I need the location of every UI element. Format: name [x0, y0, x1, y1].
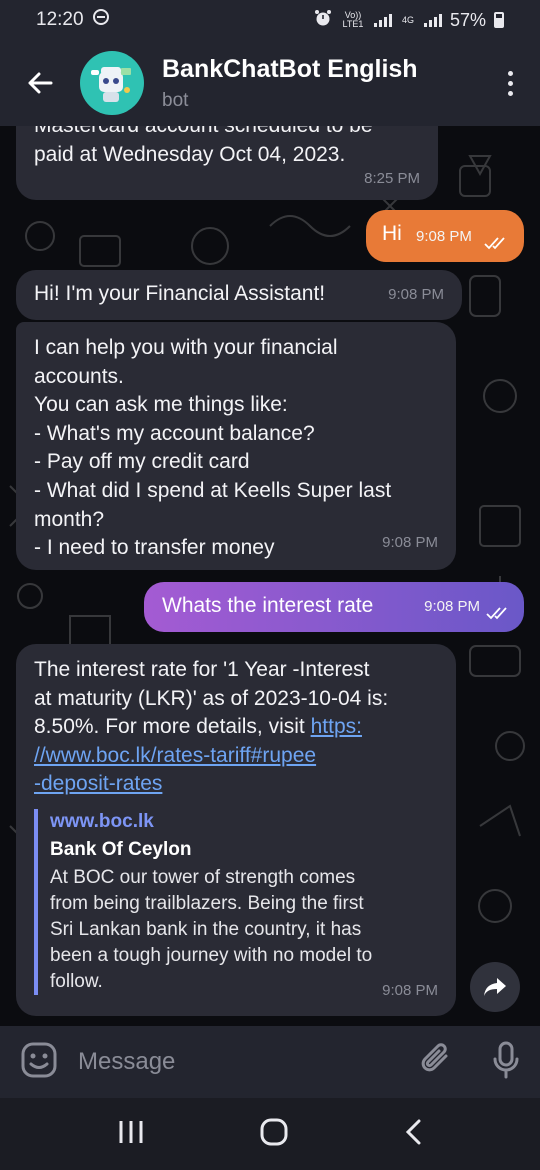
message-link[interactable]: -deposit-rates: [34, 770, 438, 799]
link-preview-description: At BOC our tower of strength comes from …: [50, 865, 438, 995]
message-line: - What did I spend at Keells Super last: [34, 478, 392, 502]
robot-icon: [91, 67, 131, 102]
message-line: The interest rate for '1 Year -Interest: [34, 658, 370, 681]
chat-title[interactable]: BankChatBot English: [162, 55, 418, 84]
message-line: month?: [34, 507, 105, 531]
description-line: been a tough journey with no model to: [50, 944, 373, 966]
emoji-icon[interactable]: [20, 1041, 58, 1084]
message-line: - What's my account balance?: [34, 421, 315, 445]
alarm-icon: [314, 9, 332, 32]
battery-icon: [494, 12, 504, 28]
share-arrow-icon: [484, 978, 506, 996]
forward-button[interactable]: [470, 962, 520, 1012]
message-incoming-1[interactable]: Mastercard account scheduled to be paid …: [16, 126, 438, 200]
chat-area[interactable]: Mastercard account scheduled to be paid …: [0, 126, 540, 1026]
message-outgoing-1[interactable]: Hi 9:08 PM: [366, 210, 524, 262]
description-line: Sri Lankan bank in the country, it has: [50, 918, 362, 940]
message-line: at maturity (LKR)' as of 2023-10-04 is:: [34, 686, 389, 710]
message-line: paid at Wednesday Oct 04, 2023.: [34, 142, 346, 166]
message-line: - Pay off my credit card: [34, 450, 250, 474]
message-time: 8:25 PM: [364, 170, 420, 188]
network-type-label: 4G: [401, 14, 414, 25]
link-preview-site: www.boc.lk: [50, 810, 154, 832]
chat-header: BankChatBot English bot: [0, 40, 540, 126]
message-composer: Message: [0, 1026, 540, 1098]
message-text: Hi: [382, 222, 402, 245]
signal-strength-icon: [373, 13, 392, 27]
message-incoming-3[interactable]: I can help you with your financial accou…: [16, 322, 456, 570]
signal-strength-icon-2: [423, 13, 442, 27]
message-line: accounts.: [34, 364, 124, 388]
attach-icon[interactable]: [420, 1042, 454, 1083]
message-text: Whats the interest rate: [162, 594, 374, 617]
read-receipt-icon: [484, 237, 505, 250]
recent-apps-icon[interactable]: [117, 1119, 145, 1150]
chat-subtitle: bot: [162, 89, 189, 111]
message-time: 9:08 PM: [416, 228, 472, 246]
back-nav-icon[interactable]: [403, 1118, 423, 1151]
message-time: 9:08 PM: [388, 286, 444, 304]
microphone-icon[interactable]: [492, 1041, 520, 1084]
message-incoming-2[interactable]: Hi! I'm your Financial Assistant! 9:08 P…: [16, 270, 462, 320]
description-line: from being trailblazers. Being the first: [50, 892, 364, 914]
read-receipt-icon: [486, 607, 507, 620]
message-time: 9:08 PM: [424, 598, 480, 616]
message-link[interactable]: //www.boc.lk/rates-tariff#rupee: [34, 742, 438, 771]
message-time: 9:08 PM: [382, 534, 438, 552]
message-text: Hi! I'm your Financial Assistant!: [34, 282, 326, 305]
message-outgoing-2[interactable]: Whats the interest rate 9:08 PM: [144, 582, 524, 632]
message-line: - I need to transfer money: [34, 536, 275, 560]
battery-percent: 57%: [449, 9, 486, 30]
message-line: Mastercard account scheduled to be: [34, 126, 420, 141]
message-link[interactable]: https:: [311, 715, 362, 738]
description-line: follow.: [50, 970, 103, 992]
bot-avatar[interactable]: [80, 51, 144, 115]
back-button[interactable]: [0, 40, 80, 126]
description-line: At BOC our tower of strength comes: [50, 866, 356, 888]
system-navigation-bar: [0, 1098, 540, 1170]
arrow-left-icon: [28, 72, 53, 94]
message-line: I can help you with your financial: [34, 336, 338, 359]
message-time: 9:08 PM: [382, 982, 438, 1000]
link-preview-title: Bank Of Ceylon: [50, 838, 192, 860]
message-line: You can ask me things like:: [34, 393, 288, 417]
status-bar: 12:20 Vo)) LTE1 4G 57%: [0, 0, 540, 40]
status-time: 12:20: [36, 9, 84, 30]
message-line: 8.50%. For more details, visit: [34, 715, 305, 739]
do-not-disturb-icon: [92, 8, 110, 32]
more-options-icon[interactable]: [480, 40, 540, 126]
home-icon[interactable]: [259, 1118, 289, 1151]
link-preview[interactable]: www.boc.lk Bank Of Ceylon At BOC our tow…: [34, 808, 438, 995]
volte-label: Vo)) LTE1: [342, 10, 364, 29]
message-input[interactable]: Message: [78, 1048, 175, 1076]
message-incoming-4[interactable]: The interest rate for '1 Year -Interest …: [16, 644, 456, 1016]
